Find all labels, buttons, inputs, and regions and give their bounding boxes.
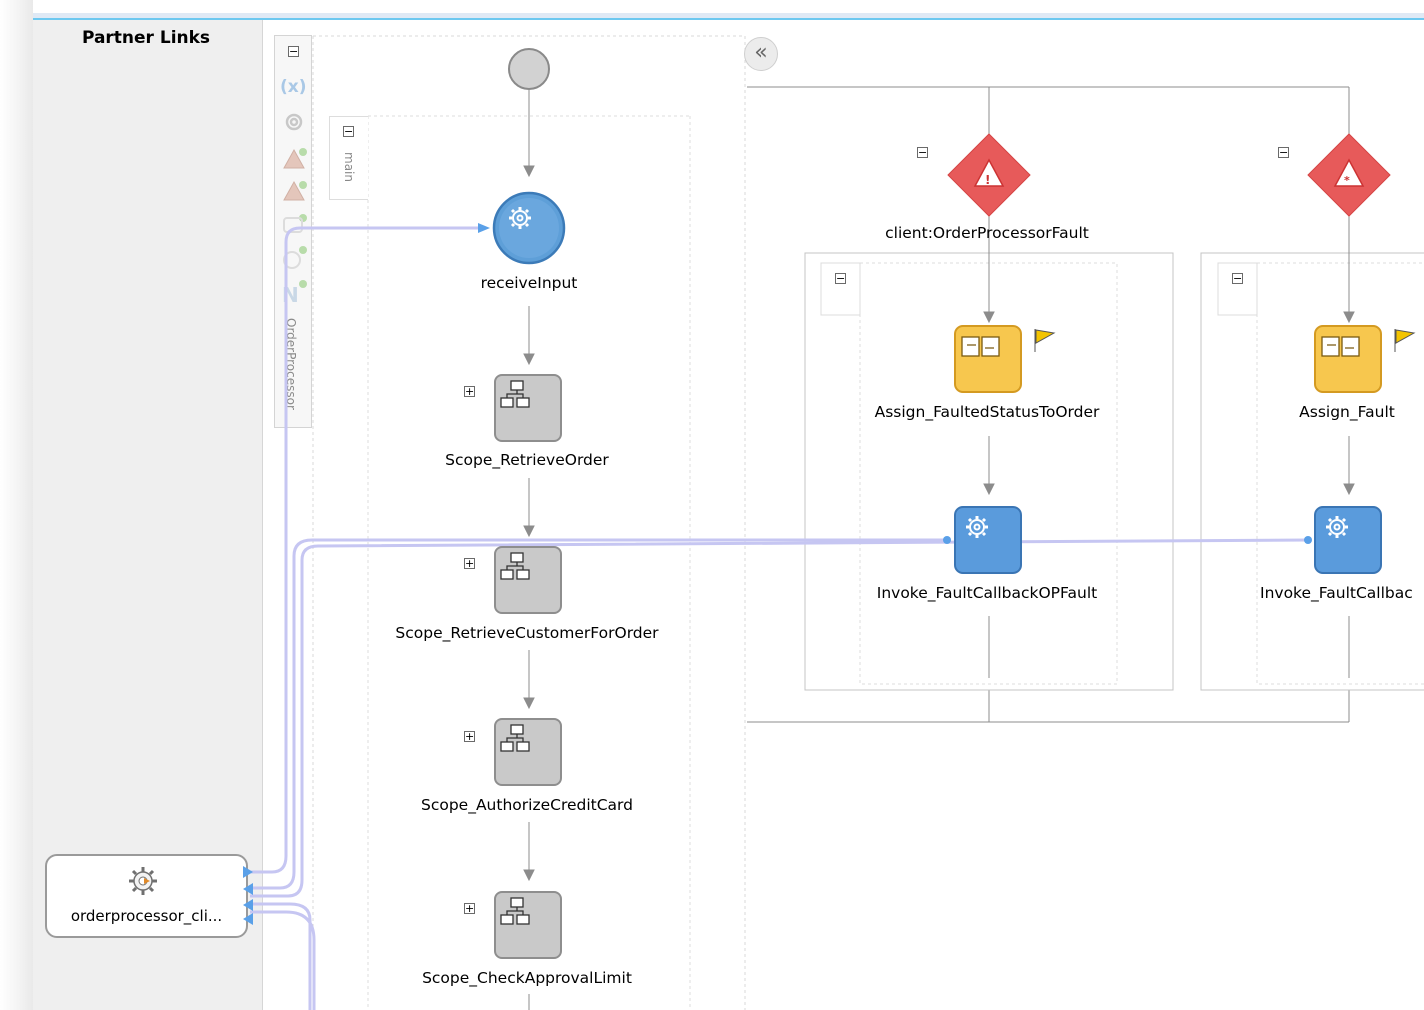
flag-icon bbox=[1394, 329, 1416, 352]
sequence-collapse-button[interactable]: − bbox=[1232, 273, 1243, 284]
scope-retrieve-order-label: Scope_RetrieveOrder bbox=[445, 451, 609, 469]
invoke-fault-callback-2-node bbox=[1314, 506, 1382, 574]
assign-fault-label: Assign_Fault bbox=[1299, 403, 1395, 421]
sequence-collapse-button[interactable]: − bbox=[835, 273, 846, 284]
catch-collapse-button[interactable]: − bbox=[917, 147, 928, 158]
catch-fault-diamond: ! bbox=[947, 133, 1031, 217]
scope-retrieve-customer-node bbox=[494, 546, 562, 614]
scope-retrieve-customer-label: Scope_RetrieveCustomerForOrder bbox=[395, 624, 659, 642]
assign-fault-node bbox=[1314, 325, 1382, 393]
scope-authorize-label: Scope_AuthorizeCreditCard bbox=[420, 796, 633, 814]
scope-check-approval-label: Scope_CheckApprovalLimit bbox=[422, 969, 632, 987]
expand-scope-button[interactable]: + bbox=[464, 558, 475, 569]
invoke-fault-callback-2-label: Invoke_FaultCallbac bbox=[1260, 584, 1413, 602]
expand-scope-button[interactable]: + bbox=[464, 386, 475, 397]
scope-main-label: main bbox=[342, 152, 356, 182]
scope-authorize-node bbox=[494, 718, 562, 786]
catch-collapse-button[interactable]: − bbox=[1278, 147, 1289, 158]
expand-scope-button[interactable]: + bbox=[464, 903, 475, 914]
diagram-canvas: ! * bbox=[243, 35, 1424, 1010]
svg-text:!: ! bbox=[985, 173, 990, 187]
assign-faulted-status-label: Assign_FaultedStatusToOrder bbox=[874, 403, 1100, 421]
partner-link-wires bbox=[250, 226, 1311, 1010]
invoke-fault-callback-node bbox=[954, 506, 1022, 574]
expand-scope-button[interactable]: + bbox=[464, 731, 475, 742]
process-start-node bbox=[508, 48, 550, 90]
assign-faulted-status-node bbox=[954, 325, 1022, 393]
receive-input-label: receiveInput bbox=[480, 274, 578, 292]
flag-icon bbox=[1034, 329, 1056, 352]
scope-check-approval-node bbox=[494, 891, 562, 959]
scope-retrieve-order-node bbox=[494, 374, 562, 442]
catch-all-diamond: * bbox=[1307, 133, 1391, 217]
invoke-fault-callback-label: Invoke_FaultCallbackOPFault bbox=[876, 584, 1098, 602]
svg-text:*: * bbox=[1344, 174, 1350, 187]
main-collapse-button[interactable]: − bbox=[343, 126, 354, 137]
catch-fault-label: client:OrderProcessorFault bbox=[885, 224, 1089, 242]
collapse-panel-button[interactable]: « bbox=[744, 37, 778, 71]
receive-input-node[interactable] bbox=[492, 191, 566, 265]
